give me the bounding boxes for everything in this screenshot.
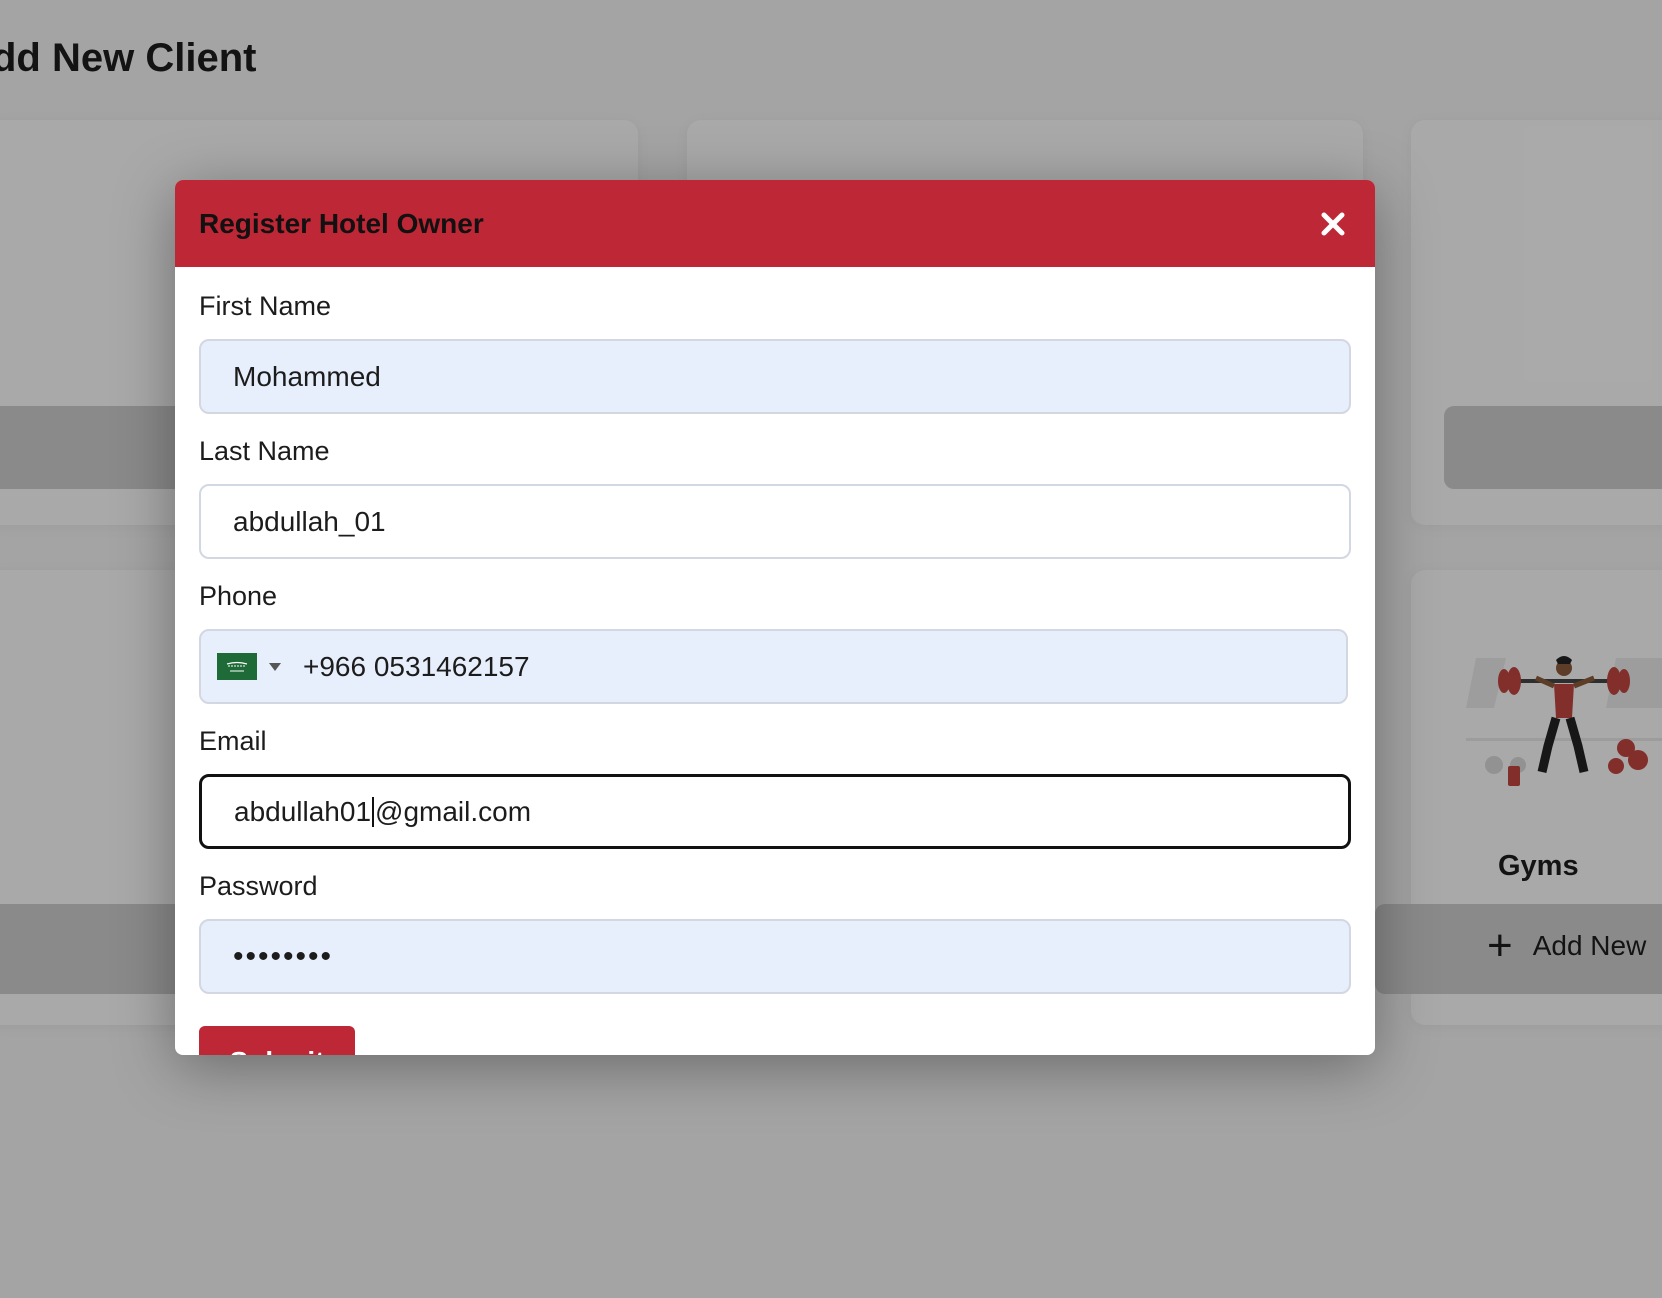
first-name-value: Mohammed [233,360,381,392]
first-name-input[interactable]: Mohammed [199,339,1351,414]
register-hotel-owner-modal: Register Hotel Owner First Name Mohammed… [175,180,1375,1055]
email-value-after-caret: @gmail.com [375,795,532,827]
submit-button[interactable]: Submit [199,1026,355,1055]
email-label: Email [199,726,267,756]
close-icon [1321,212,1345,235]
last-name-value: abdullah_01 [233,505,386,537]
phone-input[interactable]: +966 0531462157 [199,629,1348,704]
text-caret [372,796,375,827]
modal-header: Register Hotel Owner [175,180,1375,267]
email-input[interactable]: abdullah01 @gmail.com [199,774,1351,849]
last-name-input[interactable]: abdullah_01 [199,484,1351,559]
last-name-label: Last Name [199,436,330,466]
email-value-before-caret: abdullah01 [234,795,372,827]
country-dropdown-icon[interactable] [269,662,281,671]
close-button[interactable] [1315,206,1351,242]
password-input[interactable]: •••••••• [199,919,1351,994]
modal-title: Register Hotel Owner [199,207,484,239]
password-label: Password [199,871,318,901]
saudi-arabia-flag-icon[interactable] [217,653,257,680]
first-name-label: First Name [199,291,332,321]
modal-form: First Name Mohammed Last Name abdullah_0… [175,267,1375,1055]
password-value: •••••••• [233,939,334,973]
phone-value: +966 0531462157 [303,650,530,682]
phone-label: Phone [199,581,278,611]
